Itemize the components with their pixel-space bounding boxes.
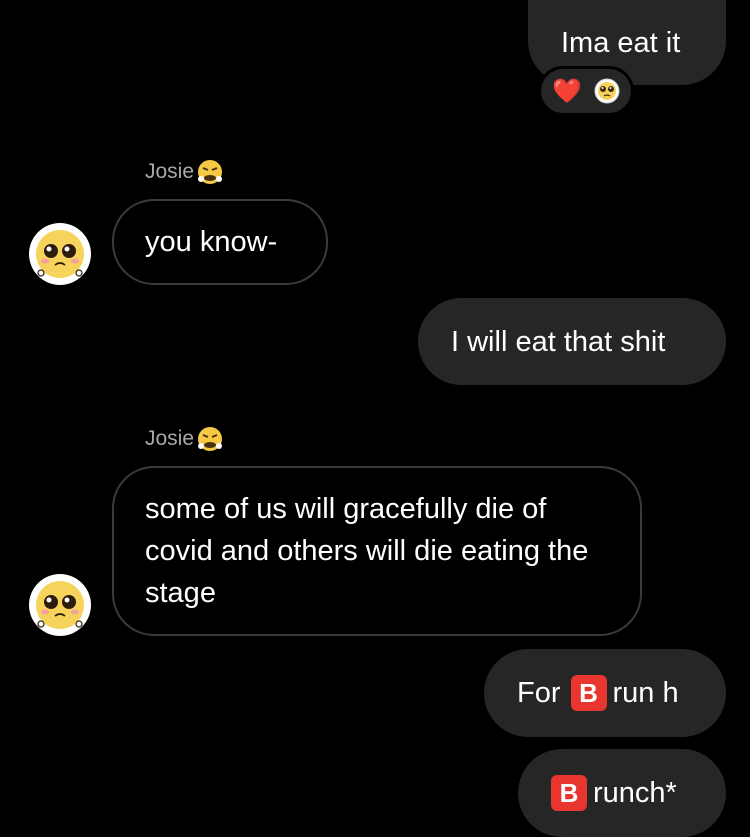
message-text: you know- [145,226,278,258]
heart-reaction-icon: ❤️ [552,77,582,105]
sender-name: Josie [145,158,224,186]
message-text: some of us will gracefully die of covid … [145,493,589,609]
sender-name: Josie [145,425,224,453]
message-text: Ima eat it [561,26,681,59]
message-text: I will eat that shit [451,325,666,358]
pleading-face-reaction-icon [594,78,620,104]
pleading-face-icon [36,230,84,278]
message-bubble-outgoing[interactable]: I will eat that shit [418,298,726,385]
message-bubble-outgoing[interactable]: B runch* [518,749,726,837]
avatar[interactable] [29,574,91,636]
avatar[interactable] [29,223,91,285]
b-button-emoji: B [551,775,587,811]
message-text-prefix: For [517,677,561,709]
message-text-suffix: run h [612,677,679,709]
huffing-face-icon [198,160,223,184]
message-text-suffix: runch* [593,777,677,809]
reactions-pill[interactable]: ❤️ [538,66,634,116]
pleading-face-icon [36,581,84,629]
message-bubble-incoming[interactable]: some of us will gracefully die of covid … [112,466,642,636]
message-bubble-incoming[interactable]: you know- [112,199,328,285]
message-bubble-outgoing[interactable]: For B run h [484,649,726,737]
huffing-face-icon [198,427,223,451]
b-button-emoji: B [570,675,607,711]
